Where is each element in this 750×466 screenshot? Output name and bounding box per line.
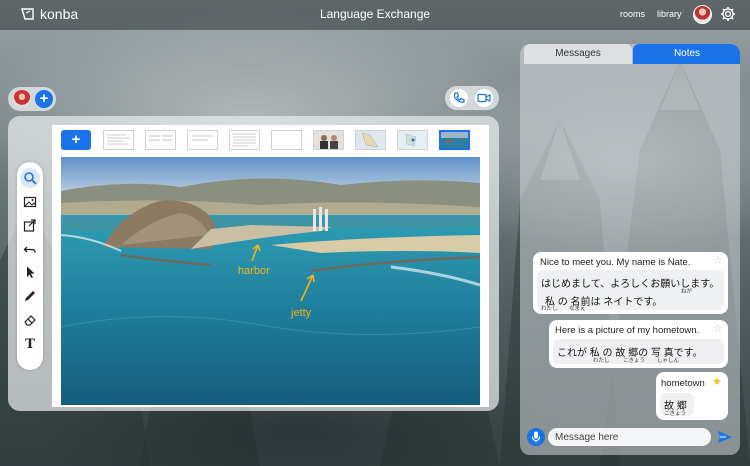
message-input-row — [525, 426, 735, 448]
slide-thumbnail[interactable] — [271, 130, 302, 150]
slide-thumbnail-selected[interactable] — [439, 130, 470, 150]
harbor-photo-image — [61, 157, 480, 405]
eraser-tool[interactable] — [20, 310, 40, 330]
furigana: わたし — [593, 358, 610, 364]
jetty-annotation[interactable]: jetty — [291, 307, 311, 319]
slide-thumbnail[interactable] — [145, 130, 176, 150]
participant-avatar[interactable] — [13, 90, 31, 108]
video-call-icon[interactable] — [475, 89, 493, 107]
slide-thumbnail[interactable] — [103, 130, 134, 150]
image-tool[interactable] — [20, 192, 40, 212]
slide-thumbnail[interactable] — [397, 130, 428, 150]
slide-doc-preview — [149, 135, 172, 141]
slide-doc-preview — [192, 135, 213, 141]
zoom-tool[interactable] — [20, 168, 40, 188]
slide-doc-preview — [233, 133, 256, 147]
chat-message[interactable]: Nice to meet you. My name is Nate. ☆ はじめ… — [533, 252, 728, 314]
slide-thumbnail[interactable] — [313, 130, 344, 150]
chat-message[interactable]: hometown ★ 故 郷 こきょう — [656, 372, 728, 420]
slide-doc-preview — [107, 134, 130, 145]
add-participant-button[interactable]: + — [35, 90, 53, 108]
furigana: しゃしん — [657, 358, 680, 364]
star-filled-icon[interactable]: ★ — [712, 375, 722, 388]
furigana: こきょう — [664, 411, 687, 417]
settings-gear-icon[interactable] — [720, 6, 736, 22]
star-icon[interactable]: ☆ — [713, 254, 723, 267]
tab-messages[interactable]: Messages — [524, 44, 632, 64]
text-tool[interactable]: T — [20, 334, 40, 354]
slide-map-preview — [398, 131, 427, 149]
pen-tool[interactable] — [20, 286, 40, 306]
pointer-tool[interactable] — [20, 262, 40, 282]
slide-thumbnail[interactable] — [229, 130, 260, 150]
translation-line: はじめまして、よろしくお願いします。 — [541, 279, 720, 290]
message-text: Here is a picture of my hometown. — [555, 325, 700, 336]
slide-photo-preview — [441, 132, 468, 148]
translation-box: 故 郷 こきょう — [660, 393, 694, 417]
pointer-icon — [27, 266, 35, 278]
undo-icon — [23, 246, 36, 253]
furigana: こきょう — [623, 358, 646, 364]
hometown-photo: harbor jetty — [61, 157, 480, 405]
microphone-button[interactable] — [527, 428, 545, 446]
translation-box: はじめまして、よろしくお願いします。 ねが 私 の 名前は ネイトです。 わたし… — [537, 270, 724, 312]
translation-line: 私 の 名前は ネイトです。 — [545, 297, 663, 308]
chat-message[interactable]: Here is a picture of my hometown. ☆ これが … — [549, 320, 728, 368]
translation-box: これが 私 の 故 郷の 写 真です。 わたし こきょう しゃしん — [553, 339, 724, 364]
furigana: わたし — [541, 306, 558, 312]
drawing-toolbar: T — [17, 162, 43, 370]
text-icon: T — [25, 336, 35, 352]
furigana: ねが — [681, 289, 693, 295]
eraser-icon — [24, 315, 36, 326]
share-icon — [23, 219, 36, 232]
star-icon[interactable]: ☆ — [713, 322, 723, 335]
phone-call-icon[interactable] — [450, 89, 468, 107]
slide-map-preview — [356, 131, 385, 149]
call-controls — [445, 86, 499, 110]
undo-tool[interactable] — [20, 239, 40, 259]
slide-thumbnail[interactable] — [355, 130, 386, 150]
send-icon[interactable] — [716, 428, 734, 446]
search-icon — [24, 172, 37, 185]
share-tool[interactable] — [20, 215, 40, 235]
tab-notes[interactable]: Notes — [633, 44, 740, 64]
slide-people-preview — [314, 131, 343, 149]
user-avatar[interactable] — [693, 5, 712, 24]
furigana: なまえ — [569, 306, 586, 312]
message-text: hometown — [661, 378, 705, 389]
pen-icon — [25, 291, 35, 301]
harbor-annotation[interactable]: harbor — [238, 265, 270, 277]
add-slide-button[interactable]: + — [61, 130, 91, 150]
nav-library-link[interactable]: library — [657, 9, 682, 19]
microphone-icon — [531, 431, 541, 443]
message-text: Nice to meet you. My name is Nate. — [540, 257, 691, 268]
participants-pill: + — [8, 87, 56, 111]
message-input[interactable] — [548, 428, 711, 446]
top-bar: konba Language Exchange rooms library — [0, 0, 750, 30]
slide-thumbnail[interactable] — [187, 130, 218, 150]
image-icon — [23, 196, 37, 208]
nav-rooms-link[interactable]: rooms — [620, 9, 645, 19]
